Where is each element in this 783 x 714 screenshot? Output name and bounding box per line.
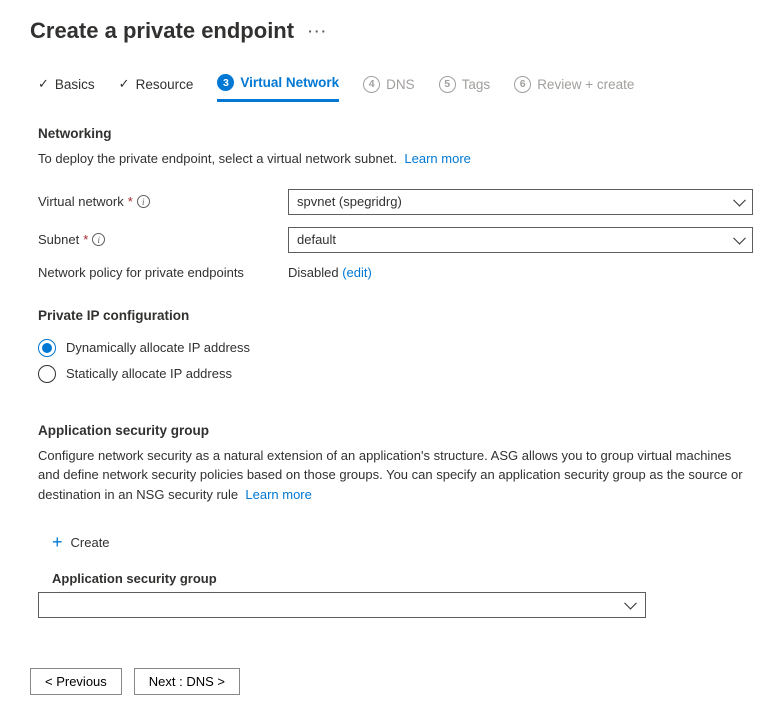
tab-label: Resource — [136, 77, 194, 92]
next-button[interactable]: Next : DNS > — [134, 668, 240, 695]
virtual-network-select[interactable]: spvnet (spegridrg) — [288, 189, 753, 215]
subnet-select[interactable]: default — [288, 227, 753, 253]
asg-field-label: Application security group — [52, 571, 753, 586]
select-value: default — [297, 232, 336, 247]
subnet-label: Subnet * i — [38, 232, 288, 247]
tab-label: Basics — [55, 77, 95, 92]
info-icon[interactable]: i — [137, 195, 150, 208]
tab-label: DNS — [386, 77, 415, 92]
radio-icon — [38, 365, 56, 383]
ip-static-radio[interactable]: Statically allocate IP address — [38, 365, 753, 383]
virtual-network-label: Virtual network * i — [38, 194, 288, 209]
tab-virtual-network[interactable]: 3 Virtual Network — [217, 74, 339, 102]
create-label: Create — [71, 535, 110, 550]
step-number-icon: 4 — [363, 76, 380, 93]
tab-label: Review + create — [537, 77, 634, 92]
asg-description: Configure network security as a natural … — [38, 446, 753, 505]
tab-dns[interactable]: 4 DNS — [363, 76, 415, 101]
network-policy-value: Disabled (edit) — [288, 265, 372, 280]
edit-policy-link[interactable]: (edit) — [342, 265, 372, 280]
create-asg-button[interactable]: + Create — [46, 528, 116, 557]
page-title: Create a private endpoint — [30, 18, 294, 44]
asg-heading: Application security group — [38, 423, 753, 438]
select-value: spvnet (spegridrg) — [297, 194, 402, 209]
radio-label: Statically allocate IP address — [66, 366, 232, 381]
wizard-tabs: ✓ Basics ✓ Resource 3 Virtual Network 4 … — [0, 44, 783, 102]
step-number-icon: 3 — [217, 74, 234, 91]
more-actions-icon[interactable]: ··· — [308, 23, 328, 39]
check-icon: ✓ — [38, 76, 49, 92]
ip-config-heading: Private IP configuration — [38, 308, 753, 323]
required-indicator: * — [83, 232, 88, 247]
tab-review-create[interactable]: 6 Review + create — [514, 76, 634, 101]
info-icon[interactable]: i — [92, 233, 105, 246]
networking-heading: Networking — [38, 126, 753, 141]
ip-dynamic-radio[interactable]: Dynamically allocate IP address — [38, 339, 753, 357]
required-indicator: * — [128, 194, 133, 209]
tab-tags[interactable]: 5 Tags — [439, 76, 491, 101]
learn-more-link[interactable]: Learn more — [404, 151, 470, 166]
step-number-icon: 5 — [439, 76, 456, 93]
step-number-icon: 6 — [514, 76, 531, 93]
check-icon: ✓ — [119, 76, 130, 92]
tab-resource[interactable]: ✓ Resource — [119, 76, 194, 100]
tab-label: Tags — [462, 77, 491, 92]
plus-icon: + — [52, 532, 63, 553]
network-policy-label: Network policy for private endpoints — [38, 265, 288, 280]
networking-description: To deploy the private endpoint, select a… — [38, 149, 753, 169]
learn-more-link[interactable]: Learn more — [245, 487, 311, 502]
tab-label: Virtual Network — [240, 75, 339, 90]
radio-label: Dynamically allocate IP address — [66, 340, 250, 355]
radio-icon — [38, 339, 56, 357]
previous-button[interactable]: < Previous — [30, 668, 122, 695]
tab-basics[interactable]: ✓ Basics — [38, 76, 95, 100]
asg-select[interactable] — [38, 592, 646, 618]
